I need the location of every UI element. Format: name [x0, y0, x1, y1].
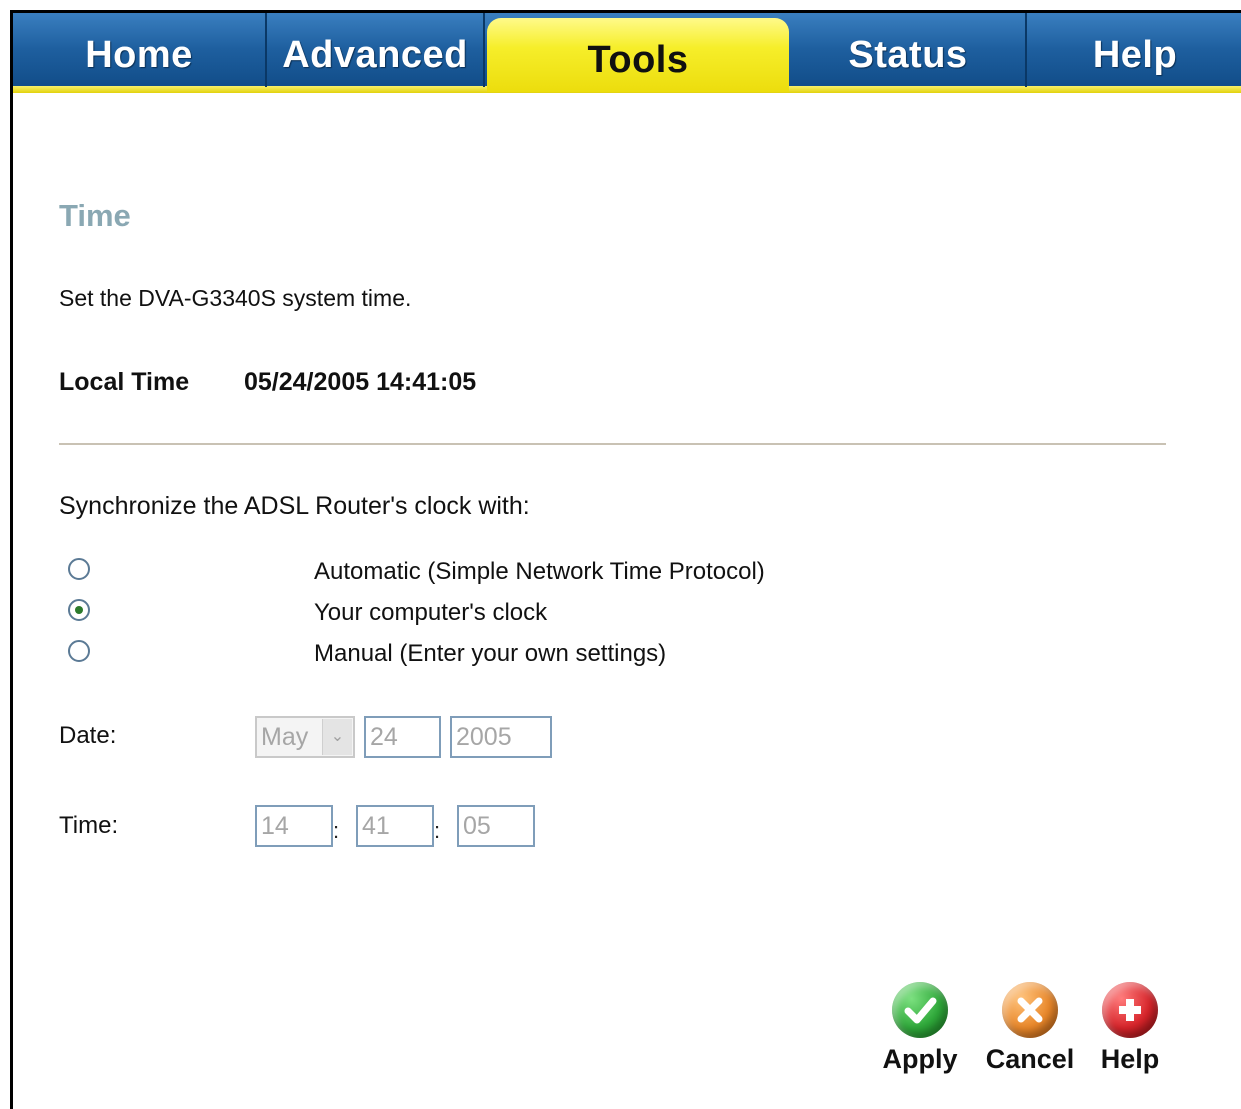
tab-status[interactable]: Status: [791, 13, 1027, 87]
check-icon: [892, 982, 948, 1038]
tab-tools[interactable]: Tools: [487, 18, 789, 92]
option-automatic-label: Automatic (Simple Network Time Protocol): [314, 558, 765, 585]
x-icon: [1002, 982, 1058, 1038]
day-input[interactable]: 24: [364, 716, 441, 758]
tab-advanced[interactable]: Advanced: [267, 13, 485, 87]
tab-help[interactable]: Help: [1029, 13, 1241, 87]
cancel-button[interactable]: Cancel: [978, 982, 1082, 1075]
local-time-value: 05/24/2005 14:41:05: [244, 368, 477, 396]
time-separator: :: [434, 818, 441, 843]
plus-icon: [1102, 982, 1158, 1038]
local-time-label: Local Time: [59, 368, 190, 396]
radio-manual[interactable]: [68, 640, 90, 662]
apply-button-label: Apply: [882, 1044, 958, 1074]
year-input[interactable]: 2005: [450, 716, 552, 758]
radio-selected-dot: [75, 606, 83, 614]
tab-home[interactable]: Home: [13, 13, 267, 87]
month-select-value: May: [261, 723, 309, 751]
help-button[interactable]: Help: [1086, 982, 1174, 1075]
tab-help-label: Help: [1092, 34, 1178, 76]
time-separator: :: [333, 818, 340, 843]
time-label: Time:: [59, 812, 119, 839]
divider: [59, 443, 1166, 445]
tab-advanced-label: Advanced: [282, 34, 468, 76]
option-manual-label: Manual (Enter your own settings): [314, 640, 667, 667]
tab-status-label: Status: [848, 34, 968, 76]
cancel-button-label: Cancel: [985, 1044, 1075, 1074]
month-select[interactable]: May ⌄: [255, 716, 355, 758]
help-button-label: Help: [1100, 1044, 1160, 1074]
sync-label: Synchronize the ADSL Router's clock with…: [59, 492, 530, 520]
option-computer-clock-label: Your computer's clock: [314, 599, 548, 626]
hour-input[interactable]: 14: [255, 805, 333, 847]
tab-home-label: Home: [85, 34, 193, 76]
chevron-down-icon[interactable]: ⌄: [322, 719, 352, 755]
second-input[interactable]: 05: [457, 805, 535, 847]
radio-automatic[interactable]: [68, 558, 90, 580]
radio-computer-clock[interactable]: [68, 599, 90, 621]
apply-button[interactable]: Apply: [870, 982, 970, 1075]
minute-input[interactable]: 41: [356, 805, 434, 847]
section-description: Set the DVA-G3340S system time.: [59, 285, 412, 311]
tab-tools-label: Tools: [587, 39, 689, 81]
section-title: Time: [59, 198, 131, 233]
date-label: Date:: [59, 722, 117, 749]
